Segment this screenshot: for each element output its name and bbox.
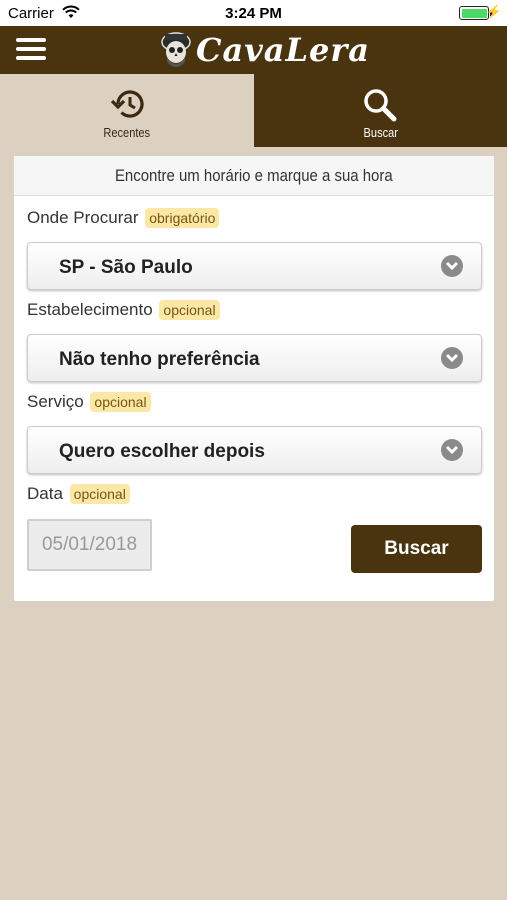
optional-badge: opcional	[159, 300, 220, 320]
required-badge: obrigatório	[145, 208, 220, 228]
location-select-value: SP - São Paulo	[59, 257, 193, 278]
service-select-value: Quero escolher depois	[59, 441, 265, 462]
tab-recentes[interactable]: Recentes	[0, 74, 254, 147]
field-label-servico: Serviço opcional	[27, 392, 151, 412]
status-bar: Carrier 3:24 PM ⚡	[0, 0, 507, 26]
field-label-data: Data opcional	[27, 484, 130, 504]
search-icon	[364, 89, 397, 122]
tab-buscar[interactable]: Buscar	[253, 74, 507, 147]
app-header: CavaLera	[0, 26, 507, 74]
location-select[interactable]: SP - São Paulo	[27, 242, 482, 290]
field-label-estabelecimento: Estabelecimento opcional	[27, 300, 220, 320]
chevron-down-icon	[441, 439, 463, 461]
hamburger-icon[interactable]	[16, 38, 46, 62]
status-time: 3:24 PM	[225, 5, 282, 22]
establishment-select[interactable]: Não tenho preferência	[27, 334, 482, 382]
battery-icon	[459, 6, 493, 20]
optional-badge: opcional	[90, 392, 151, 412]
establishment-select-value: Não tenho preferência	[59, 349, 260, 370]
search-button[interactable]: Buscar	[351, 525, 482, 573]
history-icon	[110, 90, 144, 118]
tab-buscar-label: Buscar	[363, 125, 398, 140]
chevron-down-icon	[441, 347, 463, 369]
skull-icon	[161, 32, 191, 67]
field-label-onde-procurar: Onde Procurar obrigatório	[27, 208, 220, 228]
chevron-down-icon	[441, 255, 463, 277]
date-input[interactable]: 05/01/2018	[27, 519, 152, 571]
brand-logo: CavaLera	[160, 28, 370, 72]
tab-recentes-label: Recentes	[103, 125, 151, 140]
logo-text: CavaLera	[196, 31, 370, 69]
optional-badge: opcional	[69, 484, 130, 504]
search-form-card: Encontre um horário e marque a sua hora …	[13, 155, 495, 602]
service-select[interactable]: Quero escolher depois	[27, 426, 482, 474]
charging-icon: ⚡	[485, 4, 502, 19]
tab-bar: Recentes Buscar	[0, 74, 507, 147]
form-title: Encontre um horário e marque a sua hora	[14, 156, 494, 196]
